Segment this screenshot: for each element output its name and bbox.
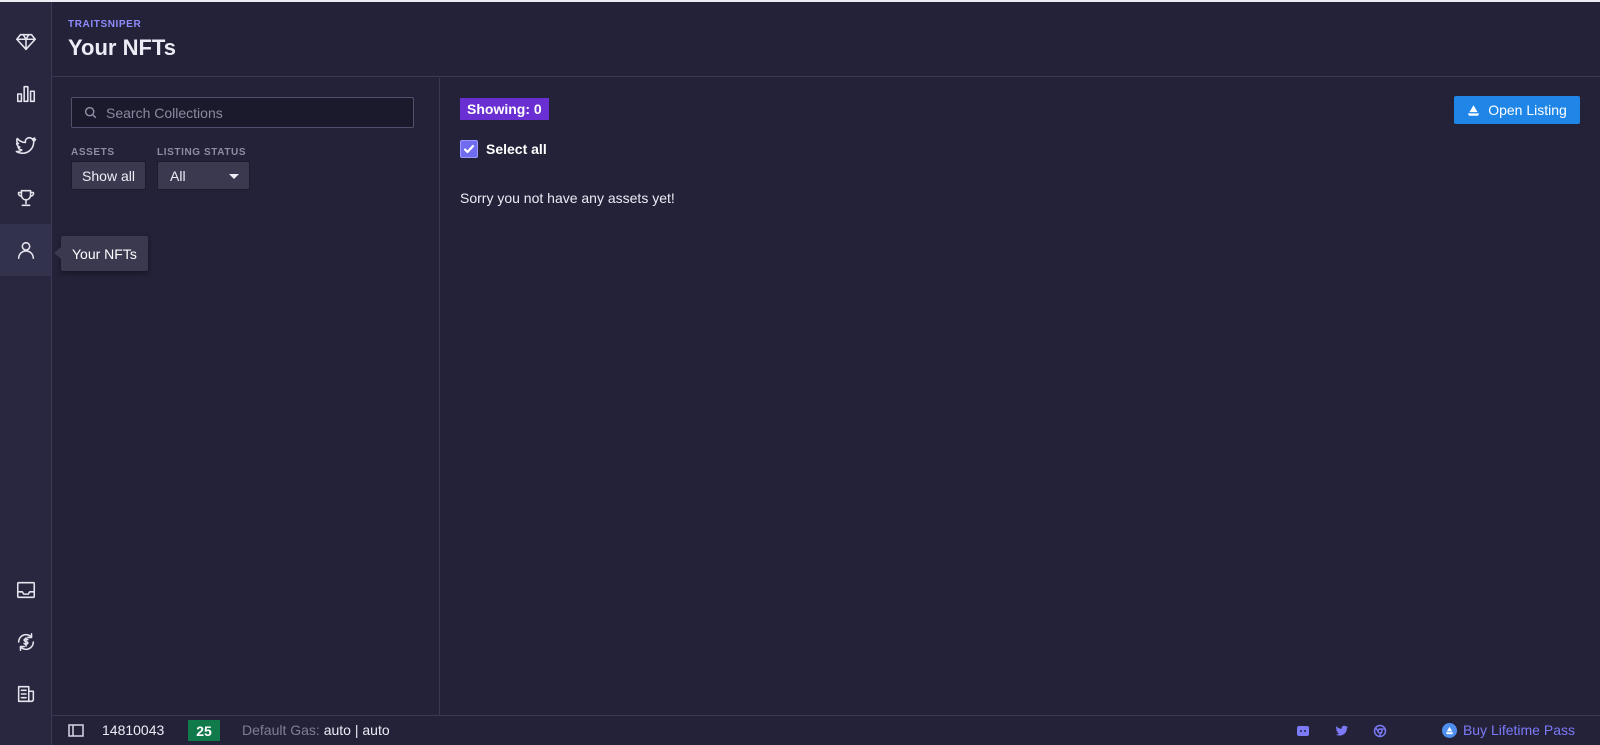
search-icon [84,106,97,119]
page-header: TRAITSNIPER Your NFTs [52,2,1600,77]
open-listing-label: Open Listing [1488,102,1567,118]
discord-link[interactable] [1296,724,1310,738]
icon-sidebar [0,2,52,745]
twitter-link[interactable] [1335,724,1349,738]
rail-item-your-nfts[interactable] [0,224,51,276]
chevron-down-icon [229,174,239,179]
twitter-icon [1335,725,1349,736]
listing-icon [1468,104,1480,116]
rail-item-twitter[interactable] [0,120,51,172]
open-listing-button[interactable]: Open Listing [1454,96,1580,124]
sidebar-toggle-icon [68,724,84,737]
listing-status-value: All [170,167,186,184]
assets-label: ASSETS [71,147,115,158]
assets-show-all-button[interactable]: Show all [71,161,146,190]
listing-status-select[interactable]: All [157,161,250,190]
listing-status-label: LISTING STATUS [157,147,247,158]
search-box[interactable] [71,97,414,128]
gas-price-badge: 25 [188,720,220,741]
rail-item-swap[interactable] [0,616,51,668]
rail-item-diamond[interactable] [0,16,51,68]
assets-main: Showing: 0 Open Listing Select all Sorry… [440,78,1600,715]
default-gas[interactable]: Default Gas: auto | auto [242,722,390,738]
user-icon [17,241,34,260]
rail-item-leaderboard[interactable] [0,172,51,224]
discord-icon [1297,726,1309,736]
chrome-icon [1373,724,1387,738]
bar-chart-icon [16,85,35,103]
status-bar: 14810043 25 Default Gas: auto | auto Buy… [52,715,1600,745]
rail-item-stats[interactable] [0,68,51,120]
search-collections-input[interactable] [106,98,406,127]
twitter-icon [15,136,36,155]
swap-icon [17,632,34,652]
default-gas-value: auto | auto [323,722,390,738]
brand-label: TRAITSNIPER [68,19,142,30]
rail-item-news[interactable] [0,668,51,720]
chrome-extension-link[interactable] [1373,724,1387,738]
buy-lifetime-pass-link[interactable]: Buy Lifetime Pass [1441,722,1575,738]
inbox-icon [16,581,35,599]
opensea-icon [1441,722,1457,738]
page-title: Your NFTs [68,35,176,60]
news-icon [17,685,34,703]
filter-panel: ASSETS LISTING STATUS Show all All [52,78,440,715]
toggle-panel-button[interactable] [68,724,84,737]
select-all-label: Select all [486,141,547,157]
diamond-icon [15,33,36,51]
block-number: 14810043 [102,722,165,738]
default-gas-label: Default Gas: [242,722,320,738]
checkmark-icon [463,144,475,154]
select-all-row[interactable]: Select all [460,140,547,158]
buy-lifetime-pass-label: Buy Lifetime Pass [1462,722,1575,738]
rail-item-inbox[interactable] [0,564,51,616]
select-all-checkbox[interactable] [460,140,478,158]
showing-count-badge: Showing: 0 [460,98,549,120]
empty-state-message: Sorry you not have any assets yet! [460,190,675,206]
trophy-icon [17,189,34,207]
